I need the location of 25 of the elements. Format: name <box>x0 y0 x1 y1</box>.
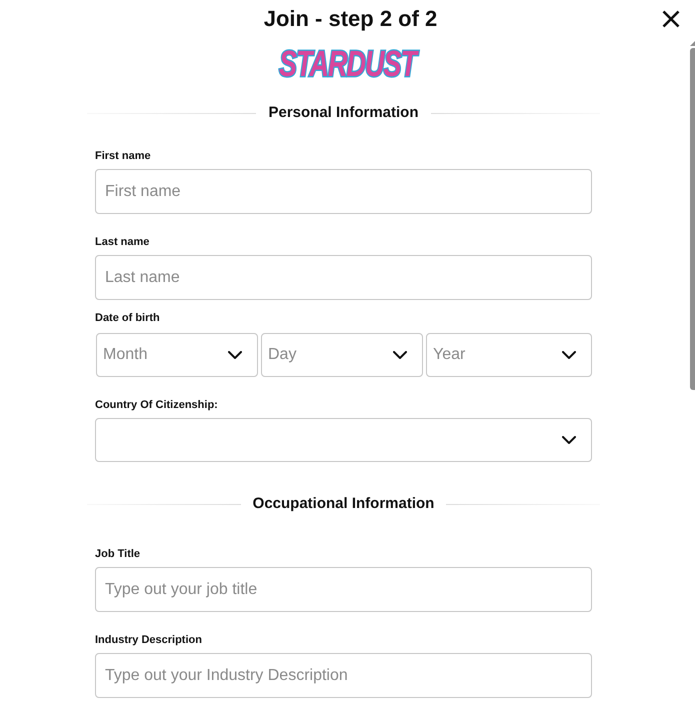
chevron-down-icon <box>228 351 242 359</box>
scrollbar-thumb[interactable] <box>690 48 695 390</box>
dialog-title: Join - step 2 of 2 <box>262 6 438 32</box>
section-title: Occupational Information <box>252 494 434 514</box>
text-field[interactable]: Last name <box>95 255 592 300</box>
text-field[interactable]: Type out your job title <box>95 567 592 612</box>
date-dropdown[interactable]: Month <box>96 333 258 377</box>
chevron-down-icon <box>562 436 576 444</box>
date-dropdown[interactable]: Day <box>261 333 423 377</box>
chevron-down-icon <box>393 351 407 359</box>
scroll-up-icon[interactable] <box>690 41 695 46</box>
close-icon <box>662 10 680 28</box>
section-title: Personal Information <box>268 103 419 123</box>
field-label: Date of birth <box>95 311 161 325</box>
text-field[interactable]: Type out your Industry Description <box>95 653 592 698</box>
country-dropdown[interactable] <box>95 418 592 462</box>
close-button[interactable] <box>662 10 680 28</box>
date-dropdown[interactable]: Year <box>426 333 592 377</box>
field-label: Industry Description <box>95 633 203 647</box>
text-field[interactable]: First name <box>95 169 592 214</box>
chevron-down-icon <box>562 351 576 359</box>
field-label: First name <box>95 149 152 163</box>
field-label: Last name <box>95 235 150 249</box>
field-label: Job Title <box>95 547 142 561</box>
field-label: Country Of Citizenship: <box>95 398 219 412</box>
